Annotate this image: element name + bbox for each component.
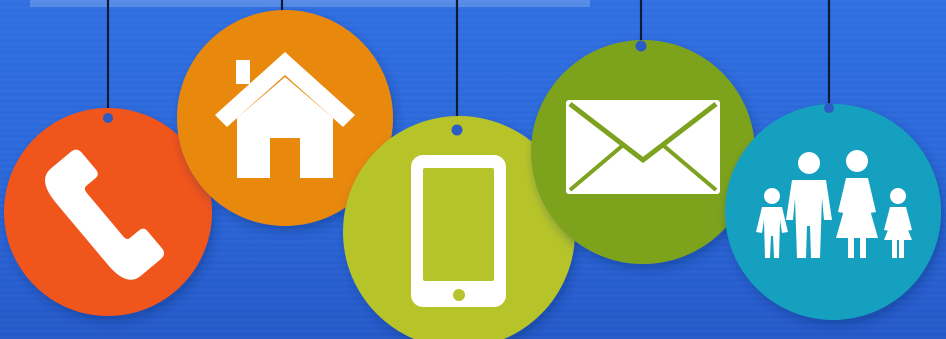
tag-phone-hole bbox=[103, 113, 113, 123]
tag-mobile-hole bbox=[451, 124, 463, 136]
tag-family-circle bbox=[725, 104, 941, 320]
top-cropped-text-strip bbox=[30, 0, 590, 7]
envelope-icon bbox=[566, 100, 720, 194]
tag-family-hole bbox=[824, 103, 834, 113]
tag-family bbox=[725, 103, 941, 320]
hanging-tags-banner bbox=[0, 0, 946, 339]
tag-email-hole bbox=[635, 40, 647, 52]
smartphone-icon bbox=[411, 155, 506, 307]
